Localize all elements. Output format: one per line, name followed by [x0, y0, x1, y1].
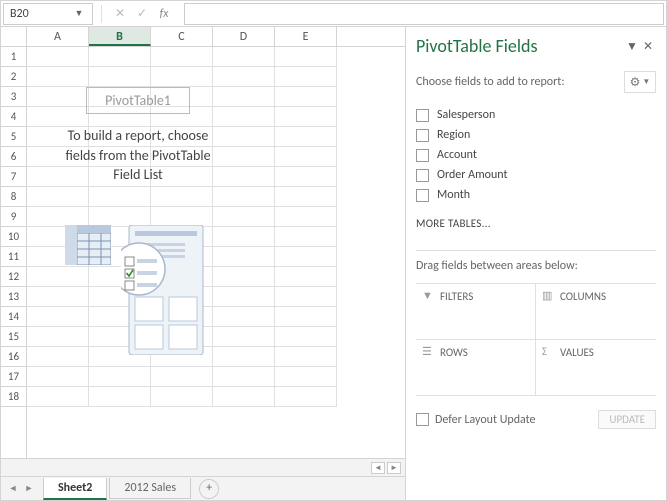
row-header[interactable]: 2 — [1, 67, 26, 87]
divider — [101, 5, 102, 23]
field-checkbox[interactable] — [416, 169, 429, 182]
pivottable-placeholder: PivotTable1 To build a report, choose fi… — [33, 87, 243, 355]
defer-layout-checkbox[interactable] — [416, 413, 429, 426]
filters-area[interactable]: ▼ FILTERS — [416, 284, 536, 340]
sheet-tab-other[interactable]: 2012 Sales — [109, 478, 191, 499]
sheet-nav[interactable]: ◄ ► — [1, 483, 41, 494]
row-header[interactable]: 1 — [1, 47, 26, 67]
pivottable-fields-pane: PivotTable Fields ▼ ✕ Choose fields to a… — [406, 27, 666, 500]
row-header[interactable]: 5 — [1, 127, 26, 147]
cancel-icon: ✕ — [110, 4, 130, 24]
field-item[interactable]: Order Amount — [416, 165, 656, 185]
columns-icon: ▥ — [542, 290, 554, 302]
row-header[interactable]: 14 — [1, 307, 26, 327]
drag-areas-label: Drag fields between areas below: — [416, 259, 656, 273]
row-header[interactable]: 13 — [1, 287, 26, 307]
field-list: Salesperson Region Account Order Amount Mont… — [416, 105, 656, 205]
field-label: Region — [437, 128, 470, 142]
pane-close-icon[interactable]: ✕ — [640, 39, 656, 54]
column-header[interactable]: E — [275, 27, 337, 46]
column-header[interactable]: C — [151, 27, 213, 46]
row-header[interactable]: 6 — [1, 147, 26, 167]
formula-input[interactable] — [184, 3, 664, 25]
divider — [416, 250, 656, 251]
values-area[interactable]: Σ VALUES — [536, 340, 656, 396]
row-header[interactable]: 12 — [1, 267, 26, 287]
field-label: Salesperson — [437, 108, 495, 122]
formula-bar: B20 ▼ ✕ ✓ fx — [1, 1, 666, 27]
pivot-desc-line: fields from the PivotTable — [33, 146, 243, 166]
rows-icon: ☰ — [422, 346, 434, 358]
field-item[interactable]: Salesperson — [416, 105, 656, 125]
field-item[interactable]: Month — [416, 185, 656, 205]
pivottable-name: PivotTable1 — [86, 87, 190, 114]
columns-area[interactable]: ▥ COLUMNS — [536, 284, 656, 340]
field-item[interactable]: Region — [416, 125, 656, 145]
values-icon: Σ — [542, 346, 554, 358]
area-label: VALUES — [560, 346, 594, 359]
field-list-icon — [121, 225, 211, 355]
area-label: COLUMNS — [560, 290, 606, 303]
name-box[interactable]: B20 ▼ — [3, 3, 93, 25]
horizontal-scrollbar[interactable]: ◄ ► — [1, 458, 405, 476]
row-header[interactable]: 4 — [1, 107, 26, 127]
scroll-right-icon[interactable]: ► — [387, 462, 401, 474]
more-tables-link[interactable]: MORE TABLES... — [416, 217, 656, 230]
row-header[interactable]: 9 — [1, 207, 26, 227]
pane-dropdown-icon[interactable]: ▼ — [624, 39, 640, 54]
area-label: ROWS — [440, 346, 468, 359]
field-checkbox[interactable] — [416, 109, 429, 122]
fx-icon[interactable]: fx — [154, 4, 174, 24]
area-label: FILTERS — [440, 290, 473, 303]
field-checkbox[interactable] — [416, 149, 429, 162]
field-checkbox[interactable] — [416, 129, 429, 142]
name-box-dropdown-icon[interactable]: ▼ — [72, 8, 86, 19]
pivot-illustration — [33, 225, 243, 355]
pivot-areas: ▼ FILTERS ▥ COLUMNS ☰ ROWS Σ VALUES — [416, 283, 656, 396]
name-box-value: B20 — [10, 7, 29, 21]
row-header[interactable]: 7 — [1, 167, 26, 187]
field-checkbox[interactable] — [416, 189, 429, 202]
filter-icon: ▼ — [422, 290, 434, 302]
sheet-tab-bar: ◄ ► Sheet2 2012 Sales + — [1, 476, 405, 500]
defer-layout-label: Defer Layout Update — [435, 413, 536, 427]
row-headers: 123456789101112131415161718 — [1, 47, 27, 458]
table-icon — [65, 225, 111, 265]
chevron-down-icon: ▼ — [642, 77, 650, 87]
field-label: Month — [437, 188, 470, 202]
gear-icon: ⚙ — [630, 75, 641, 90]
sheet-nav-prev-icon[interactable]: ◄ — [5, 483, 21, 494]
pane-title: PivotTable Fields — [416, 35, 624, 57]
cells[interactable]: PivotTable1 To build a report, choose fi… — [27, 47, 405, 458]
row-header[interactable]: 11 — [1, 247, 26, 267]
column-header[interactable]: D — [213, 27, 275, 46]
row-header[interactable]: 10 — [1, 227, 26, 247]
scroll-left-icon[interactable]: ◄ — [371, 462, 385, 474]
sheet-tab-active[interactable]: Sheet2 — [43, 478, 107, 500]
sheet-nav-next-icon[interactable]: ► — [21, 483, 37, 494]
row-header[interactable]: 18 — [1, 387, 26, 407]
add-sheet-button[interactable]: + — [199, 479, 219, 499]
row-header[interactable]: 15 — [1, 327, 26, 347]
rows-area[interactable]: ☰ ROWS — [416, 340, 536, 396]
pivot-desc-line: Field List — [33, 165, 243, 185]
row-header[interactable]: 17 — [1, 367, 26, 387]
update-button[interactable]: UPDATE — [598, 410, 656, 429]
field-list-settings-button[interactable]: ⚙ ▼ — [624, 71, 656, 93]
field-label: Order Amount — [437, 168, 508, 182]
spreadsheet-grid: ABCDE 123456789101112131415161718 PivotT… — [1, 27, 406, 500]
select-all-corner[interactable] — [1, 27, 27, 46]
column-header[interactable]: B — [89, 27, 151, 46]
row-header[interactable]: 8 — [1, 187, 26, 207]
column-header[interactable]: A — [27, 27, 89, 46]
column-headers: ABCDE — [1, 27, 405, 47]
enter-icon: ✓ — [132, 4, 152, 24]
row-header[interactable]: 3 — [1, 87, 26, 107]
field-item[interactable]: Account — [416, 145, 656, 165]
pane-subtitle: Choose fields to add to report: — [416, 75, 565, 89]
pivot-desc-line: To build a report, choose — [33, 126, 243, 146]
field-label: Account — [437, 148, 477, 162]
row-header[interactable]: 16 — [1, 347, 26, 367]
